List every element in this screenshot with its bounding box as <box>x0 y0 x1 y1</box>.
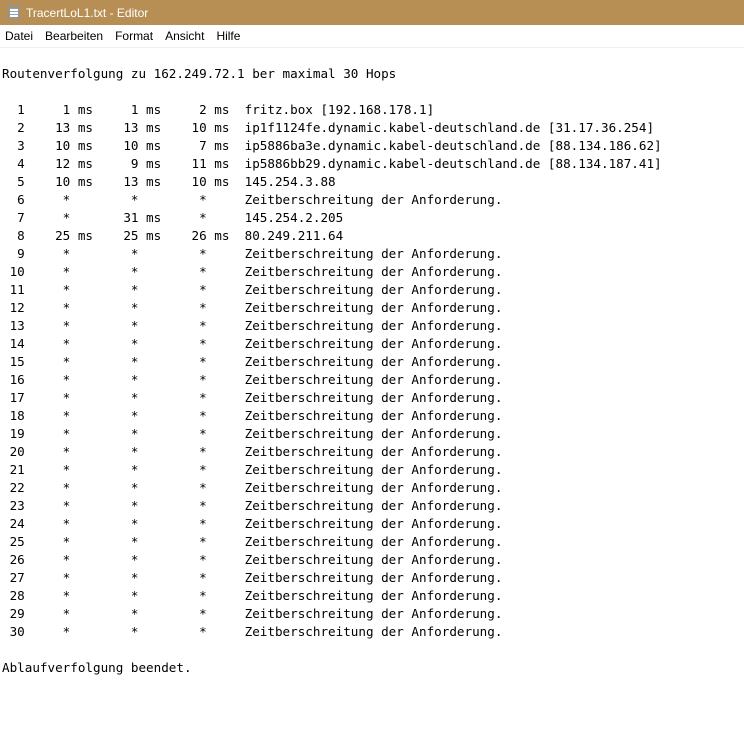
text-line: 19 * * * Zeitberschreitung der Anforderu… <box>2 426 503 441</box>
text-line: 28 * * * Zeitberschreitung der Anforderu… <box>2 588 503 603</box>
text-line: 16 * * * Zeitberschreitung der Anforderu… <box>2 372 503 387</box>
text-line: 13 * * * Zeitberschreitung der Anforderu… <box>2 318 503 333</box>
text-line: 3 10 ms 10 ms 7 ms ip5886ba3e.dynamic.ka… <box>2 138 662 153</box>
menu-view[interactable]: Ansicht <box>159 25 210 47</box>
text-line: 25 * * * Zeitberschreitung der Anforderu… <box>2 534 503 549</box>
text-line: 17 * * * Zeitberschreitung der Anforderu… <box>2 390 503 405</box>
text-line: Routenverfolgung zu 162.249.72.1 ber max… <box>2 66 397 81</box>
menu-help[interactable]: Hilfe <box>210 25 246 47</box>
text-line: 15 * * * Zeitberschreitung der Anforderu… <box>2 354 503 369</box>
text-line: 6 * * * Zeitberschreitung der Anforderun… <box>2 192 503 207</box>
text-line: 24 * * * Zeitberschreitung der Anforderu… <box>2 516 503 531</box>
text-line: 5 10 ms 13 ms 10 ms 145.254.3.88 <box>2 174 336 189</box>
text-line: 4 12 ms 9 ms 11 ms ip5886bb29.dynamic.ka… <box>2 156 662 171</box>
notepad-icon <box>8 5 20 20</box>
text-line: 10 * * * Zeitberschreitung der Anforderu… <box>2 264 503 279</box>
menu-bar: Datei Bearbeiten Format Ansicht Hilfe <box>0 25 744 48</box>
text-line: 9 * * * Zeitberschreitung der Anforderun… <box>2 246 503 261</box>
text-line: 23 * * * Zeitberschreitung der Anforderu… <box>2 498 503 513</box>
text-editor[interactable]: Routenverfolgung zu 162.249.72.1 ber max… <box>0 48 744 737</box>
text-line: 14 * * * Zeitberschreitung der Anforderu… <box>2 336 503 351</box>
text-line: 27 * * * Zeitberschreitung der Anforderu… <box>2 570 503 585</box>
text-line: 21 * * * Zeitberschreitung der Anforderu… <box>2 462 503 477</box>
text-line: 22 * * * Zeitberschreitung der Anforderu… <box>2 480 503 495</box>
text-line: 11 * * * Zeitberschreitung der Anforderu… <box>2 282 503 297</box>
menu-file[interactable]: Datei <box>0 25 39 47</box>
text-line <box>2 83 662 101</box>
menu-edit[interactable]: Bearbeiten <box>39 25 109 47</box>
text-line: 20 * * * Zeitberschreitung der Anforderu… <box>2 444 503 459</box>
text-line: 1 1 ms 1 ms 2 ms fritz.box [192.168.178.… <box>2 102 435 117</box>
text-line <box>2 641 662 659</box>
document-text[interactable]: Routenverfolgung zu 162.249.72.1 ber max… <box>2 65 662 677</box>
text-line: Ablaufverfolgung beendet. <box>2 660 192 675</box>
text-line: 26 * * * Zeitberschreitung der Anforderu… <box>2 552 503 567</box>
window-title: TracertLoL1.txt - Editor <box>26 5 149 20</box>
text-line: 2 13 ms 13 ms 10 ms ip1f1124fe.dynamic.k… <box>2 120 655 135</box>
title-bar[interactable]: TracertLoL1.txt - Editor <box>0 0 744 25</box>
menu-format[interactable]: Format <box>109 25 159 47</box>
text-line: 29 * * * Zeitberschreitung der Anforderu… <box>2 606 503 621</box>
text-line: 12 * * * Zeitberschreitung der Anforderu… <box>2 300 503 315</box>
text-line: 8 25 ms 25 ms 26 ms 80.249.211.64 <box>2 228 344 243</box>
text-line: 30 * * * Zeitberschreitung der Anforderu… <box>2 624 503 639</box>
text-line: 7 * 31 ms * 145.254.2.205 <box>2 210 344 225</box>
text-line: 18 * * * Zeitberschreitung der Anforderu… <box>2 408 503 423</box>
